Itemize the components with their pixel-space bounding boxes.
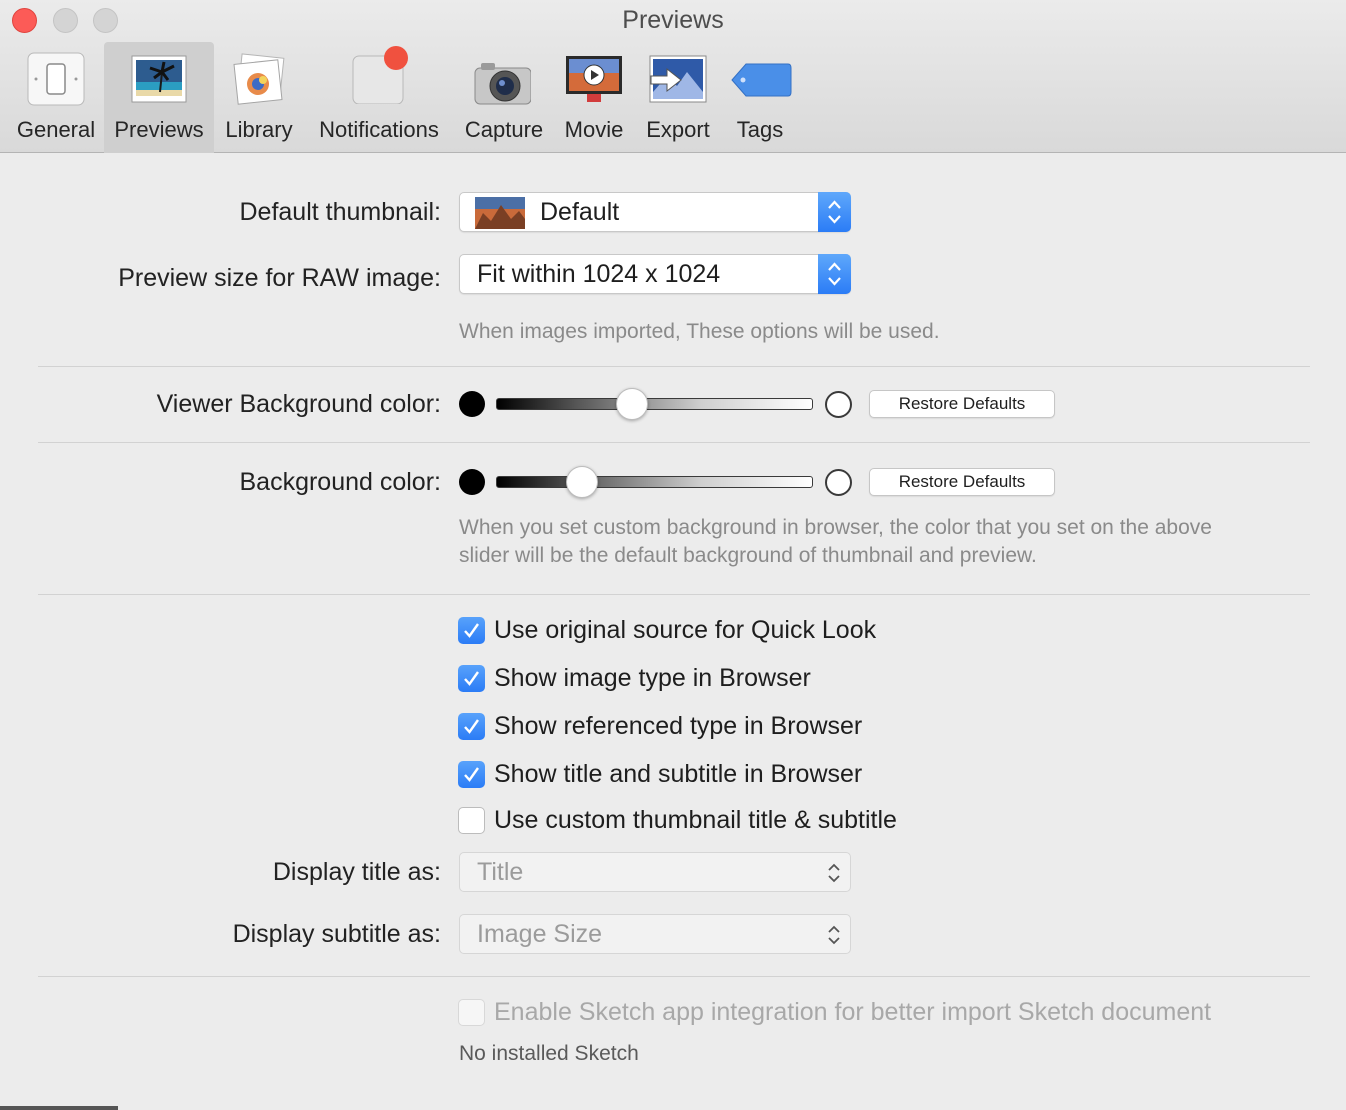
toolbar-tab-capture[interactable]: Capture [456,42,552,153]
raw-preview-size-label: Preview size for RAW image: [118,264,441,292]
divider [38,594,1310,595]
window-title: Previews [622,6,724,34]
checkbox-custom-thumbnail-title[interactable] [458,807,485,834]
checkbox-show-referenced-type[interactable] [458,713,485,740]
divider [38,366,1310,367]
default-thumbnail-label: Default thumbnail: [239,198,441,226]
display-subtitle-value: Image Size [477,920,603,948]
notification-badge-icon [350,46,408,108]
toolbar-tab-previews[interactable]: Previews [104,42,214,153]
thumbnail-preview-icon [475,197,525,234]
checkbox-label: Show image type in Browser [494,664,811,692]
viewer-background-label: Viewer Background color: [156,390,441,418]
viewer-background-slider-knob[interactable] [616,388,649,420]
popup-stepper [818,254,851,294]
checkbox-label: Show referenced type in Browser [494,712,863,740]
chevron-up-down-icon [826,923,842,952]
toolbar-label: Movie [564,117,624,142]
window-edge [0,1106,118,1110]
toolbar-tab-export[interactable]: Export [636,42,720,153]
toolbar-label: Capture [464,117,544,142]
white-color-dot-icon [825,391,852,418]
checkbox-label: Use original source for Quick Look [494,616,877,644]
toolbar-tab-library[interactable]: Library [214,42,304,153]
photo-palm-tree-icon [130,52,188,108]
toolbar-tab-movie[interactable]: Movie [556,42,632,153]
display-title-popup[interactable]: Title [459,852,851,892]
popup-stepper [818,192,851,232]
background-restore-defaults-button[interactable]: Restore Defaults [869,468,1055,496]
background-hint-line1: When you set custom background in browse… [459,516,1212,539]
checkbox-sketch-integration[interactable] [458,999,485,1026]
toolbar-tab-notifications[interactable]: Notifications [306,42,452,153]
display-subtitle-popup[interactable]: Image Size [459,914,851,954]
camera-icon [473,52,532,108]
toolbar-label: Tags [736,117,784,142]
display-title-label: Display title as: [272,858,441,886]
divider [38,976,1310,977]
checkbox-label: Enable Sketch app integration for better… [494,998,1212,1026]
white-color-dot-icon [825,469,852,496]
checkbox-label: Show title and subtitle in Browser [494,760,863,788]
checkbox-quick-look-original[interactable] [458,617,485,644]
window-toolbar: Previews General Previews Library Notifi… [0,0,1346,153]
divider [38,442,1310,443]
raw-preview-size-popup[interactable]: Fit within 1024 x 1024 [459,254,851,294]
black-color-dot-icon [459,391,485,417]
import-hint-text: When images imported, These options will… [459,320,940,343]
toolbar-label: Previews [114,117,204,142]
toolbar-tab-general[interactable]: General [8,42,104,153]
tag-icon [730,52,792,108]
light-switch-icon [27,52,85,108]
background-color-slider-knob[interactable] [565,466,598,498]
toolbar-tab-tags[interactable]: Tags [722,42,798,153]
background-hint-line2: slider will be the default background of… [459,544,1037,567]
toolbar-label: Library [225,117,293,142]
photo-library-icon [230,52,288,108]
viewer-background-slider[interactable] [496,398,813,410]
checkbox-show-image-type[interactable] [458,665,485,692]
viewer-restore-defaults-button[interactable]: Restore Defaults [869,390,1055,418]
background-color-slider[interactable] [496,476,813,488]
display-subtitle-label: Display subtitle as: [232,920,441,948]
default-thumbnail-popup[interactable]: Default [459,192,851,232]
toolbar-label: Notifications [319,117,439,142]
background-color-label: Background color: [239,468,441,496]
movie-play-icon [565,52,623,108]
chevron-up-down-icon [826,861,842,890]
toolbar-label: Export [646,117,710,142]
checkbox-label: Use custom thumbnail title & subtitle [494,806,897,834]
raw-preview-size-value: Fit within 1024 x 1024 [477,260,721,288]
black-color-dot-icon [459,469,485,495]
toolbar-label: General [16,117,96,142]
export-arrow-icon [649,52,707,108]
default-thumbnail-value: Default [540,198,620,226]
checkbox-show-title-subtitle[interactable] [458,761,485,788]
display-title-value: Title [477,858,524,886]
sketch-status-text: No installed Sketch [459,1042,639,1065]
